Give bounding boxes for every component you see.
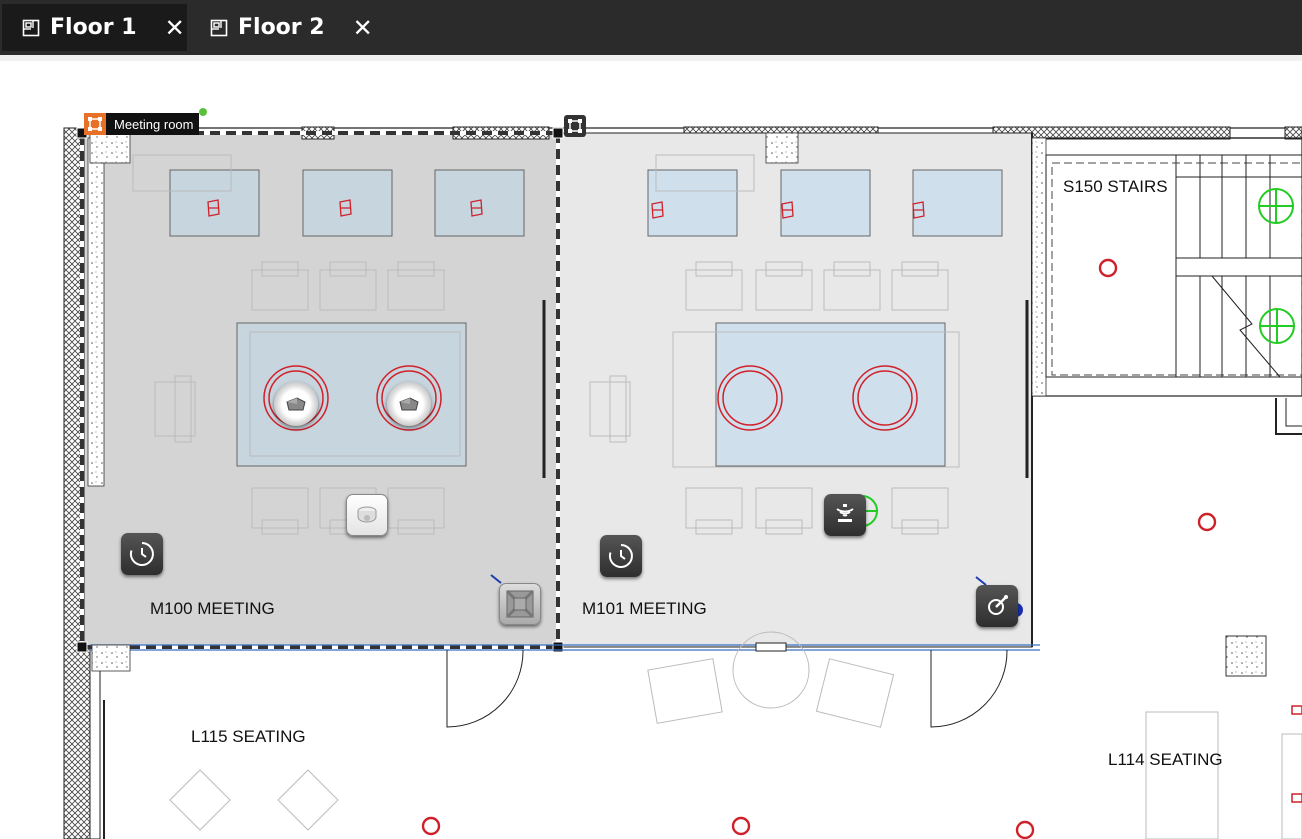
vent-icon [505,589,535,619]
signal-icon [836,504,854,522]
gauge-icon [988,595,1008,615]
ceiling-light-device[interactable] [346,494,388,536]
room-tag-label: Meeting room [114,116,194,132]
thermostat-device[interactable] [976,585,1018,627]
ceiling-light-icon [357,506,377,523]
tab-floor-2[interactable]: Floor 2 ✕ [190,4,375,51]
ceiling-speaker-device[interactable] [387,382,431,426]
room-label-m100: M100 MEETING [150,599,275,618]
speaker-icon [286,397,306,411]
room-label-l114: L114 SEATING [1108,750,1223,769]
floor-plan-canvas[interactable]: M100 MEETING M101 MEETING S150 STAIRS L1… [0,55,1302,839]
room-label-m101: M101 MEETING [582,599,707,618]
tab-floor-1[interactable]: Floor 1 ✕ [2,4,187,51]
ceiling-speaker-device[interactable] [274,382,318,426]
room-label-s150: S150 STAIRS [1063,177,1168,196]
tab-label: Floor 1 [50,15,137,40]
room-select-icon [84,113,106,135]
clock-icon [608,544,633,568]
speaker-icon [399,397,419,411]
tab-bar: Floor 1 ✕ Floor 2 ✕ [0,0,1302,55]
close-icon[interactable]: ✕ [353,14,373,42]
schedule-clock-device[interactable] [600,535,642,577]
selected-room-tag[interactable]: Meeting room [84,108,208,135]
floorplan-icon [210,19,228,36]
floorplan-icon [22,19,40,36]
vent-device[interactable] [499,583,541,625]
close-icon[interactable]: ✕ [165,14,185,42]
tab-label: Floor 2 [238,15,325,40]
room-select-icon[interactable] [564,115,586,137]
schedule-clock-device[interactable] [121,533,163,575]
room-label-l115: L115 SEATING [191,727,306,746]
clock-icon [129,542,154,566]
wireless-sensor-device[interactable] [824,494,866,536]
